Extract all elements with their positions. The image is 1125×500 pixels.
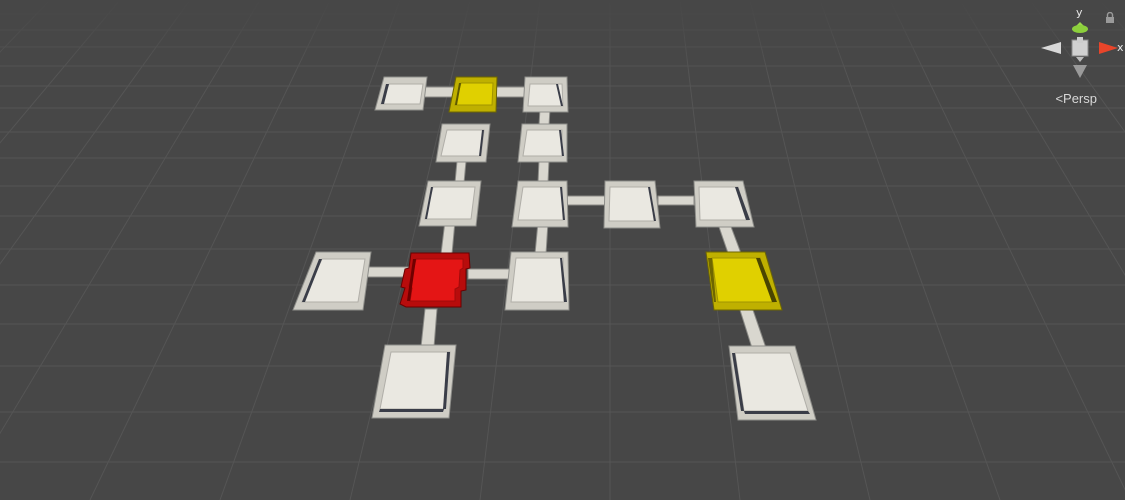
room-south-center[interactable] bbox=[504, 251, 570, 311]
room-top-right[interactable] bbox=[522, 76, 569, 113]
y-axis-label: y bbox=[1076, 6, 1083, 19]
room-bottom-west[interactable] bbox=[371, 344, 457, 419]
room-row2-left[interactable] bbox=[435, 123, 491, 163]
neg-y-axis-cone[interactable] bbox=[1073, 65, 1087, 78]
projection-toggle[interactable]: <Persp bbox=[1055, 91, 1097, 106]
room-row3-far-east[interactable] bbox=[693, 180, 755, 228]
scene-canvas[interactable] bbox=[0, 0, 1125, 500]
x-axis-cone[interactable] bbox=[1099, 42, 1118, 54]
room-top-left[interactable] bbox=[374, 76, 428, 111]
room-selected-yellow-top[interactable] bbox=[448, 76, 498, 113]
lock-icon[interactable] bbox=[1105, 9, 1115, 23]
neg-x-axis-cone[interactable] bbox=[1041, 42, 1061, 54]
room-row3-east[interactable] bbox=[603, 180, 661, 229]
chevron-left-icon: < bbox=[1055, 91, 1064, 106]
horizon-fade bbox=[0, 0, 1125, 500]
x-axis-label: x bbox=[1117, 41, 1124, 54]
room-row2-right[interactable] bbox=[517, 123, 568, 163]
room-row3-center[interactable] bbox=[511, 180, 569, 228]
scene-viewport[interactable]: y x <Persp bbox=[0, 0, 1125, 500]
room-selected-red[interactable] bbox=[399, 252, 471, 308]
projection-label: Persp bbox=[1063, 91, 1097, 106]
room-row3-left[interactable] bbox=[418, 180, 482, 227]
